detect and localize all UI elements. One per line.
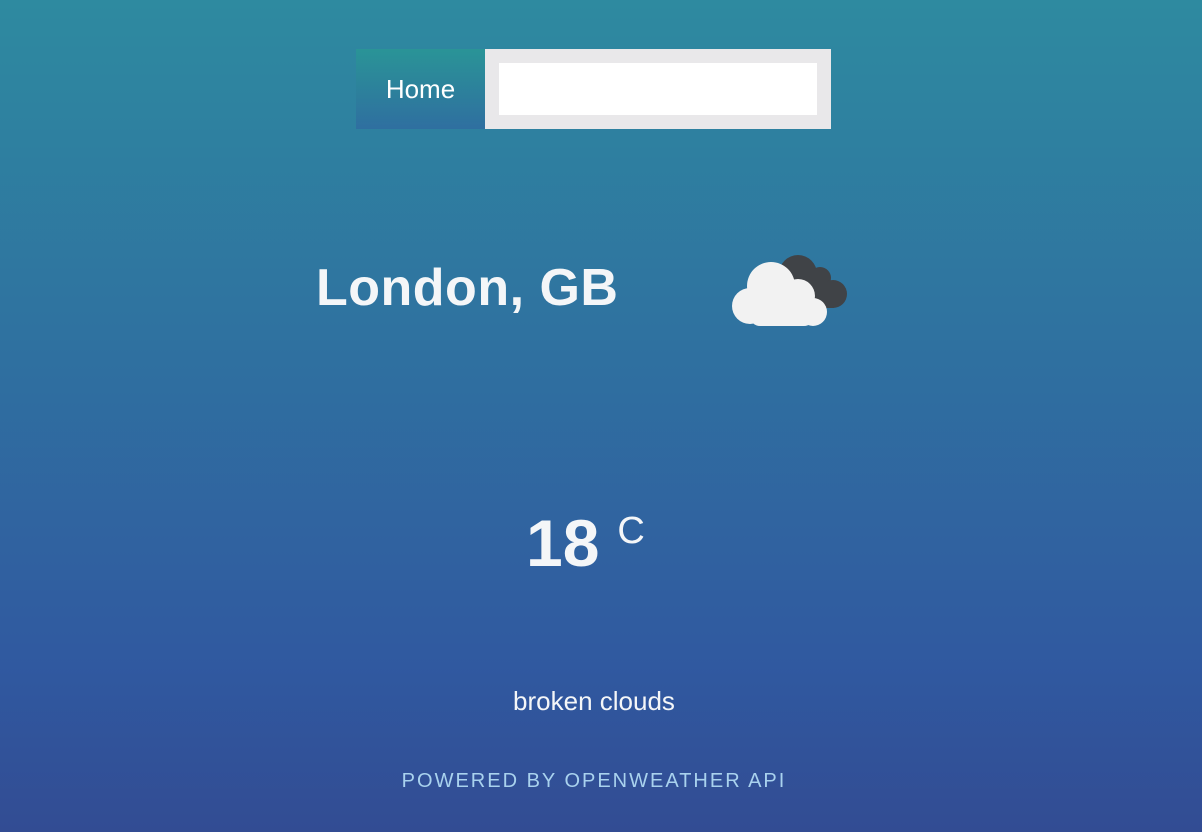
weather-description: broken clouds — [513, 686, 675, 716]
search-box — [485, 49, 831, 129]
weather-page: { "nav": { "home_label": "Home", "search… — [0, 0, 1202, 832]
temperature-unit: C — [617, 510, 645, 552]
temperature: 18 C — [526, 503, 645, 583]
footer-credit: POWERED BY OPENWEATHER API — [401, 770, 787, 792]
top-nav: Home — [356, 49, 831, 129]
broken-clouds-icon — [732, 255, 847, 326]
temperature-value: 18 — [526, 506, 600, 580]
location-title: London, GB — [316, 259, 619, 317]
home-button[interactable]: Home — [356, 49, 485, 129]
search-input[interactable] — [499, 63, 817, 115]
